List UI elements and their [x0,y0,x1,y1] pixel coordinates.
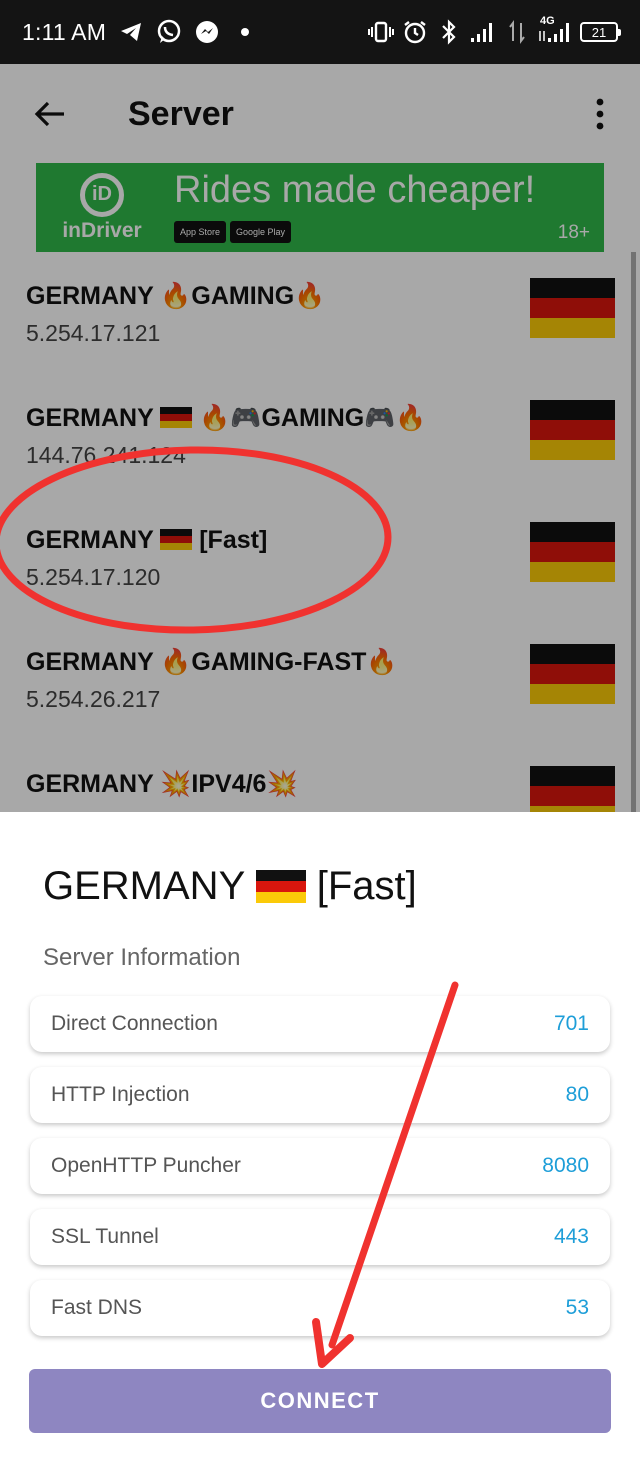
server-ip: 5.254.17.120 [26,564,161,590]
info-value: 80 [565,1083,589,1106]
bluetooth-icon [436,19,462,45]
ad-headline: Rides made cheaper! [174,169,536,211]
telegram-icon [118,19,144,45]
dot-icon [232,19,258,45]
info-value: 53 [565,1296,589,1319]
server-ip: 5.254.26.217 [26,686,161,712]
more-options-button[interactable] [560,64,640,164]
page-title: Server [128,94,234,133]
alarm-icon [402,19,428,45]
server-item-selected[interactable]: GERMANY [Fast] 5.254.17.120 [0,502,640,624]
info-row-fast-dns: Fast DNS 53 [30,1280,610,1336]
server-name-prefix: GERMANY [26,770,161,798]
ad-logo-mark: iD [80,172,124,217]
server-name: GERMANY 💥IPV4/6💥 [26,770,298,799]
sheet-subtitle: Server Information [43,944,241,971]
messenger-icon [194,19,220,45]
app-bar: Server [0,64,640,164]
ad-banner[interactable]: iD inDriver Rides made cheaper! App Stor… [36,163,604,252]
server-name-suffix: 🔥GAMING🔥 [160,282,326,310]
more-vertical-icon [596,98,604,130]
germany-flag-icon [530,644,615,704]
info-value: 8080 [542,1154,589,1177]
info-label: OpenHTTP Puncher [51,1154,241,1177]
server-list: GERMANY 🔥GAMING🔥 5.254.17.121 GERMANY 🔥🎮… [0,258,640,818]
server-name-suffix: 🔥GAMING-FAST🔥 [160,648,398,676]
server-ip: 144.76.241.124 [26,442,186,468]
server-name: GERMANY [Fast] [26,526,267,555]
sheet-title-suffix: [Fast] [305,864,417,908]
germany-flag-icon [160,407,193,428]
server-name: GERMANY 🔥🎮GAMING🎮🔥 [26,404,427,433]
whatsapp-icon [156,19,182,45]
server-item[interactable]: GERMANY 💥IPV4/6💥 [0,746,640,818]
info-label: HTTP Injection [51,1083,190,1106]
server-name: GERMANY 🔥GAMING🔥 [26,282,325,311]
ad-age-rating: 18+ [557,222,590,243]
server-info-sheet: GERMANY [Fast] Server Information Direct… [0,812,640,1458]
battery-indicator: 21 [580,22,621,42]
app-store-badge: App Store [174,221,227,243]
ad-logo: iD inDriver [36,163,168,252]
germany-flag-icon [530,278,615,338]
google-play-badge: Google Play [230,221,292,243]
server-ip: 5.254.17.121 [26,320,161,346]
info-row-direct-connection: Direct Connection 701 [30,996,610,1052]
list-scrollbar[interactable] [631,252,636,812]
server-name: GERMANY 🔥GAMING-FAST🔥 [26,648,398,677]
info-label: Direct Connection [51,1012,218,1035]
sheet-title-prefix: GERMANY [43,864,256,908]
server-item[interactable]: GERMANY 🔥🎮GAMING🎮🔥 144.76.241.124 [0,380,640,502]
info-value: 701 [553,1012,589,1035]
germany-flag-icon [530,522,615,582]
server-name-suffix: [Fast] [192,526,268,554]
signal-4g-icon: 4G [538,15,572,45]
connect-button[interactable]: CONNECT [29,1369,611,1433]
server-name-prefix: GERMANY [26,404,161,432]
info-label: Fast DNS [51,1296,143,1319]
server-item[interactable]: GERMANY 🔥GAMING-FAST🔥 5.254.26.217 [0,624,640,746]
status-time: 1:11 AM [22,18,107,45]
back-button[interactable] [0,64,100,164]
germany-flag-icon [255,870,306,903]
ad-brand: inDriver [62,218,142,242]
server-name-suffix: 💥IPV4/6💥 [160,770,298,798]
vibrate-icon [368,19,394,45]
network-label: 4G [540,15,555,27]
server-item[interactable]: GERMANY 🔥GAMING🔥 5.254.17.121 [0,258,640,380]
server-name-prefix: GERMANY [26,648,161,676]
data-arrows-icon [504,19,530,45]
germany-flag-icon [530,400,615,460]
info-row-ssl-tunnel: SSL Tunnel 443 [30,1209,610,1265]
server-name-suffix: 🔥🎮GAMING🎮🔥 [192,404,427,432]
sheet-title: GERMANY [Fast] [43,864,417,909]
info-row-openhttp-puncher: OpenHTTP Puncher 8080 [30,1138,610,1194]
server-name-prefix: GERMANY [26,526,161,554]
info-value: 443 [553,1225,589,1248]
germany-flag-icon [160,529,193,550]
info-row-http-injection: HTTP Injection 80 [30,1067,610,1123]
signal-icon [470,19,496,45]
germany-flag-icon [530,766,615,818]
info-label: SSL Tunnel [51,1225,159,1248]
arrow-left-icon [34,101,64,127]
server-name-prefix: GERMANY [26,282,161,310]
status-bar: 1:11 AM 4G 21 [0,0,640,64]
